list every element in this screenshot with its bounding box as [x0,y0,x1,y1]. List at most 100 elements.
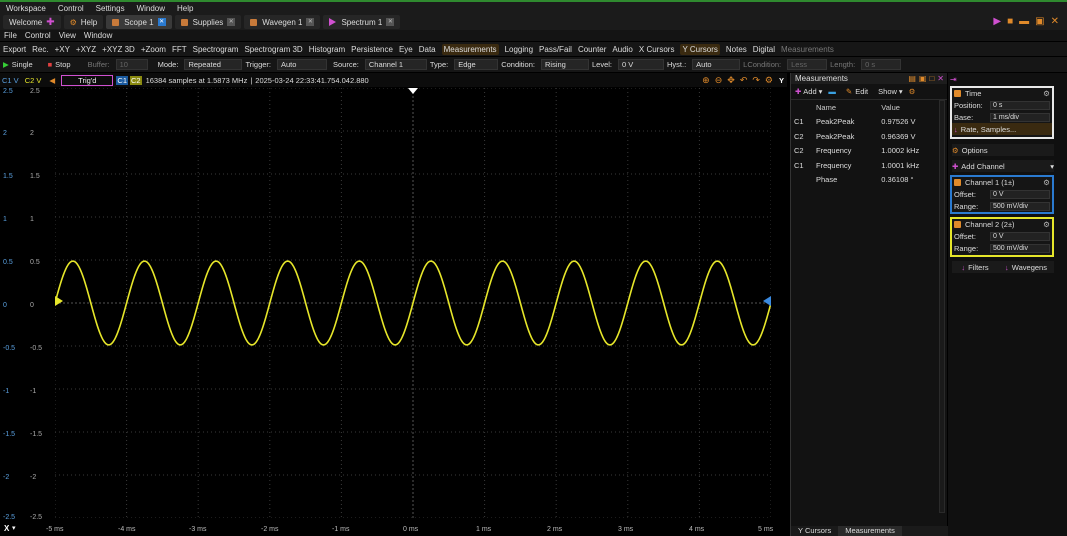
toolbar-spectrogram[interactable]: Spectrogram [193,45,239,54]
menu-control2[interactable]: Control [25,31,51,40]
trigger-select[interactable]: Auto [277,59,327,70]
toolbar-spectrogram3d[interactable]: Spectrogram 3D [244,45,302,54]
tab-spectrum-1[interactable]: Spectrum 1 ✕ [323,15,401,29]
collapse-icon[interactable]: ◀ [49,76,55,85]
add-channel-button[interactable]: ✚ Add Channel ▾ [952,160,1054,172]
table-row[interactable]: C2 Peak2Peak 0.96369 V [791,129,943,144]
add-measurement-button[interactable]: ✚ Add ▾ [795,87,822,96]
settings-icon[interactable]: ⚙ [909,87,916,96]
pan-icon[interactable]: ✥ [727,75,735,86]
run-icon[interactable]: ▶ [993,16,1001,27]
menu-window2[interactable]: Window [84,31,112,40]
ch2-offset-input[interactable]: 0 V [990,231,1050,241]
close-icon[interactable]: ✕ [227,18,236,26]
toolbar-xyz[interactable]: +XYZ [76,45,96,54]
show-measurement-button[interactable]: Show ▾ [878,87,903,96]
settings-icon[interactable]: ⚙ [1043,89,1050,98]
source-select[interactable]: Channel 1 [364,59,427,70]
toolbar-data[interactable]: Data [419,45,436,54]
hyst-input[interactable]: Auto [692,59,741,70]
filters-button[interactable]: ↓ Filters [952,261,998,273]
zoom-out-icon[interactable]: ⊖ [715,75,723,86]
toolbar-zoom[interactable]: +Zoom [141,45,166,54]
settings-icon[interactable]: ⚙ [1043,178,1050,187]
rate-samples-button[interactable]: ↓ Rate, Samples... [952,123,1052,135]
toolbar-eye[interactable]: Eye [399,45,413,54]
checkbox-icon[interactable] [954,179,961,186]
close-icon[interactable]: ✕ [157,18,166,26]
menu-help[interactable]: Help [171,4,199,13]
remove-measurement-button[interactable]: ▬ [828,87,836,96]
menu-control[interactable]: Control [52,4,90,13]
type-select[interactable]: Edge [454,59,499,70]
buffer-input[interactable]: 10 [115,59,148,70]
toolbar-counter[interactable]: Counter [578,45,606,54]
checkbox-icon[interactable] [954,221,961,228]
length-input[interactable]: 0 s [861,59,902,70]
x-axis-dropdown-icon[interactable]: ▾ [12,524,16,532]
maximize-panel-icon[interactable]: □ [929,74,934,83]
tab-measurements[interactable]: Measurements [838,526,902,536]
toolbar-histogram[interactable]: Histogram [309,45,345,54]
toolbar-measurements[interactable]: Measurements [441,43,499,55]
ch1-range-input[interactable]: 500 mV/div [990,201,1050,211]
level-input[interactable]: 0 V [618,59,664,70]
mode-select[interactable]: Repeated [184,59,243,70]
stop-button[interactable]: ■ Stop [48,60,71,69]
minimize-icon[interactable]: ▬ [1019,16,1029,27]
table-row[interactable]: C1 Frequency 1.0001 kHz [791,158,943,173]
tab-supplies[interactable]: Supplies ✕ [174,15,242,29]
wavegens-button[interactable]: ↓ Wavegens [998,261,1054,273]
float-icon[interactable]: ▣ [919,74,927,83]
toolbar-rec[interactable]: Rec. [32,45,48,54]
toolbar-ycursors[interactable]: Y Cursors [680,43,720,55]
condition-select[interactable]: Rising [540,59,589,70]
x-axis-button[interactable]: X [4,524,9,533]
options-button[interactable]: ⚙ Options [952,144,1054,156]
menu-view[interactable]: View [59,31,76,40]
table-row[interactable]: Phase 0.36108 ° [791,173,943,188]
tab-help[interactable]: ⚙ Help [63,15,104,29]
menu-settings[interactable]: Settings [90,4,131,13]
channel-2-header[interactable]: Channel 2 (2±) ⚙ [952,219,1052,230]
single-button[interactable]: ▶ Single [3,60,33,69]
close-window-icon[interactable]: ✕ [1051,16,1059,27]
y-axis-button[interactable]: Y [779,76,784,85]
toolbar-xcursors[interactable]: X Cursors [639,45,675,54]
close-panel-icon[interactable]: ✕ [937,74,944,83]
tab-welcome[interactable]: Welcome ✚ [3,15,61,29]
toolbar-measurements-dim[interactable]: Measurements [781,45,834,54]
toolbar-logging[interactable]: Logging [505,45,533,54]
menu-workspace[interactable]: Workspace [0,4,52,13]
settings-icon[interactable]: ⚙ [1043,220,1050,229]
menu-window[interactable]: Window [131,4,171,13]
position-input[interactable]: 0 s [990,100,1050,110]
menu-file[interactable]: File [4,31,17,40]
expand-icon[interactable]: ⇥ [950,75,957,84]
channel-1-header[interactable]: Channel 1 (1±) ⚙ [952,177,1052,188]
stop-icon[interactable]: ■ [1007,16,1013,27]
toolbar-notes[interactable]: Notes [726,45,747,54]
tab-scope-1[interactable]: Scope 1 ✕ [106,15,172,29]
table-row[interactable]: C2 Frequency 1.0002 kHz [791,144,943,159]
scope-plot-area[interactable]: C1 V C2 V ◀ Trig'd C1 C2 16384 samples a… [0,73,787,536]
toolbar-digital[interactable]: Digital [753,45,775,54]
tab-ycursors[interactable]: Y Cursors [791,526,838,536]
waveform-plot[interactable] [55,88,771,518]
dock-icon[interactable]: ▤ [908,74,916,83]
toolbar-persistence[interactable]: Persistence [351,45,393,54]
toolbar-passfail[interactable]: Pass/Fail [539,45,572,54]
base-input[interactable]: 1 ms/div [990,112,1050,122]
maximize-icon[interactable]: ▣ [1035,16,1044,27]
toolbar-audio[interactable]: Audio [612,45,632,54]
table-row[interactable]: C1 Peak2Peak 0.97526 V [791,115,943,130]
checkbox-icon[interactable] [954,90,961,97]
close-icon[interactable]: ✕ [306,18,315,26]
ch2-range-input[interactable]: 500 mV/div [990,243,1050,253]
toolbar-xy[interactable]: +XY [55,45,70,54]
settings-icon[interactable]: ⚙ [765,75,773,86]
toolbar-export[interactable]: Export [3,45,26,54]
close-icon[interactable]: ✕ [386,18,395,26]
toolbar-xyz3d[interactable]: +XYZ 3D [102,45,135,54]
zoom-in-icon[interactable]: ⊕ [702,75,710,86]
